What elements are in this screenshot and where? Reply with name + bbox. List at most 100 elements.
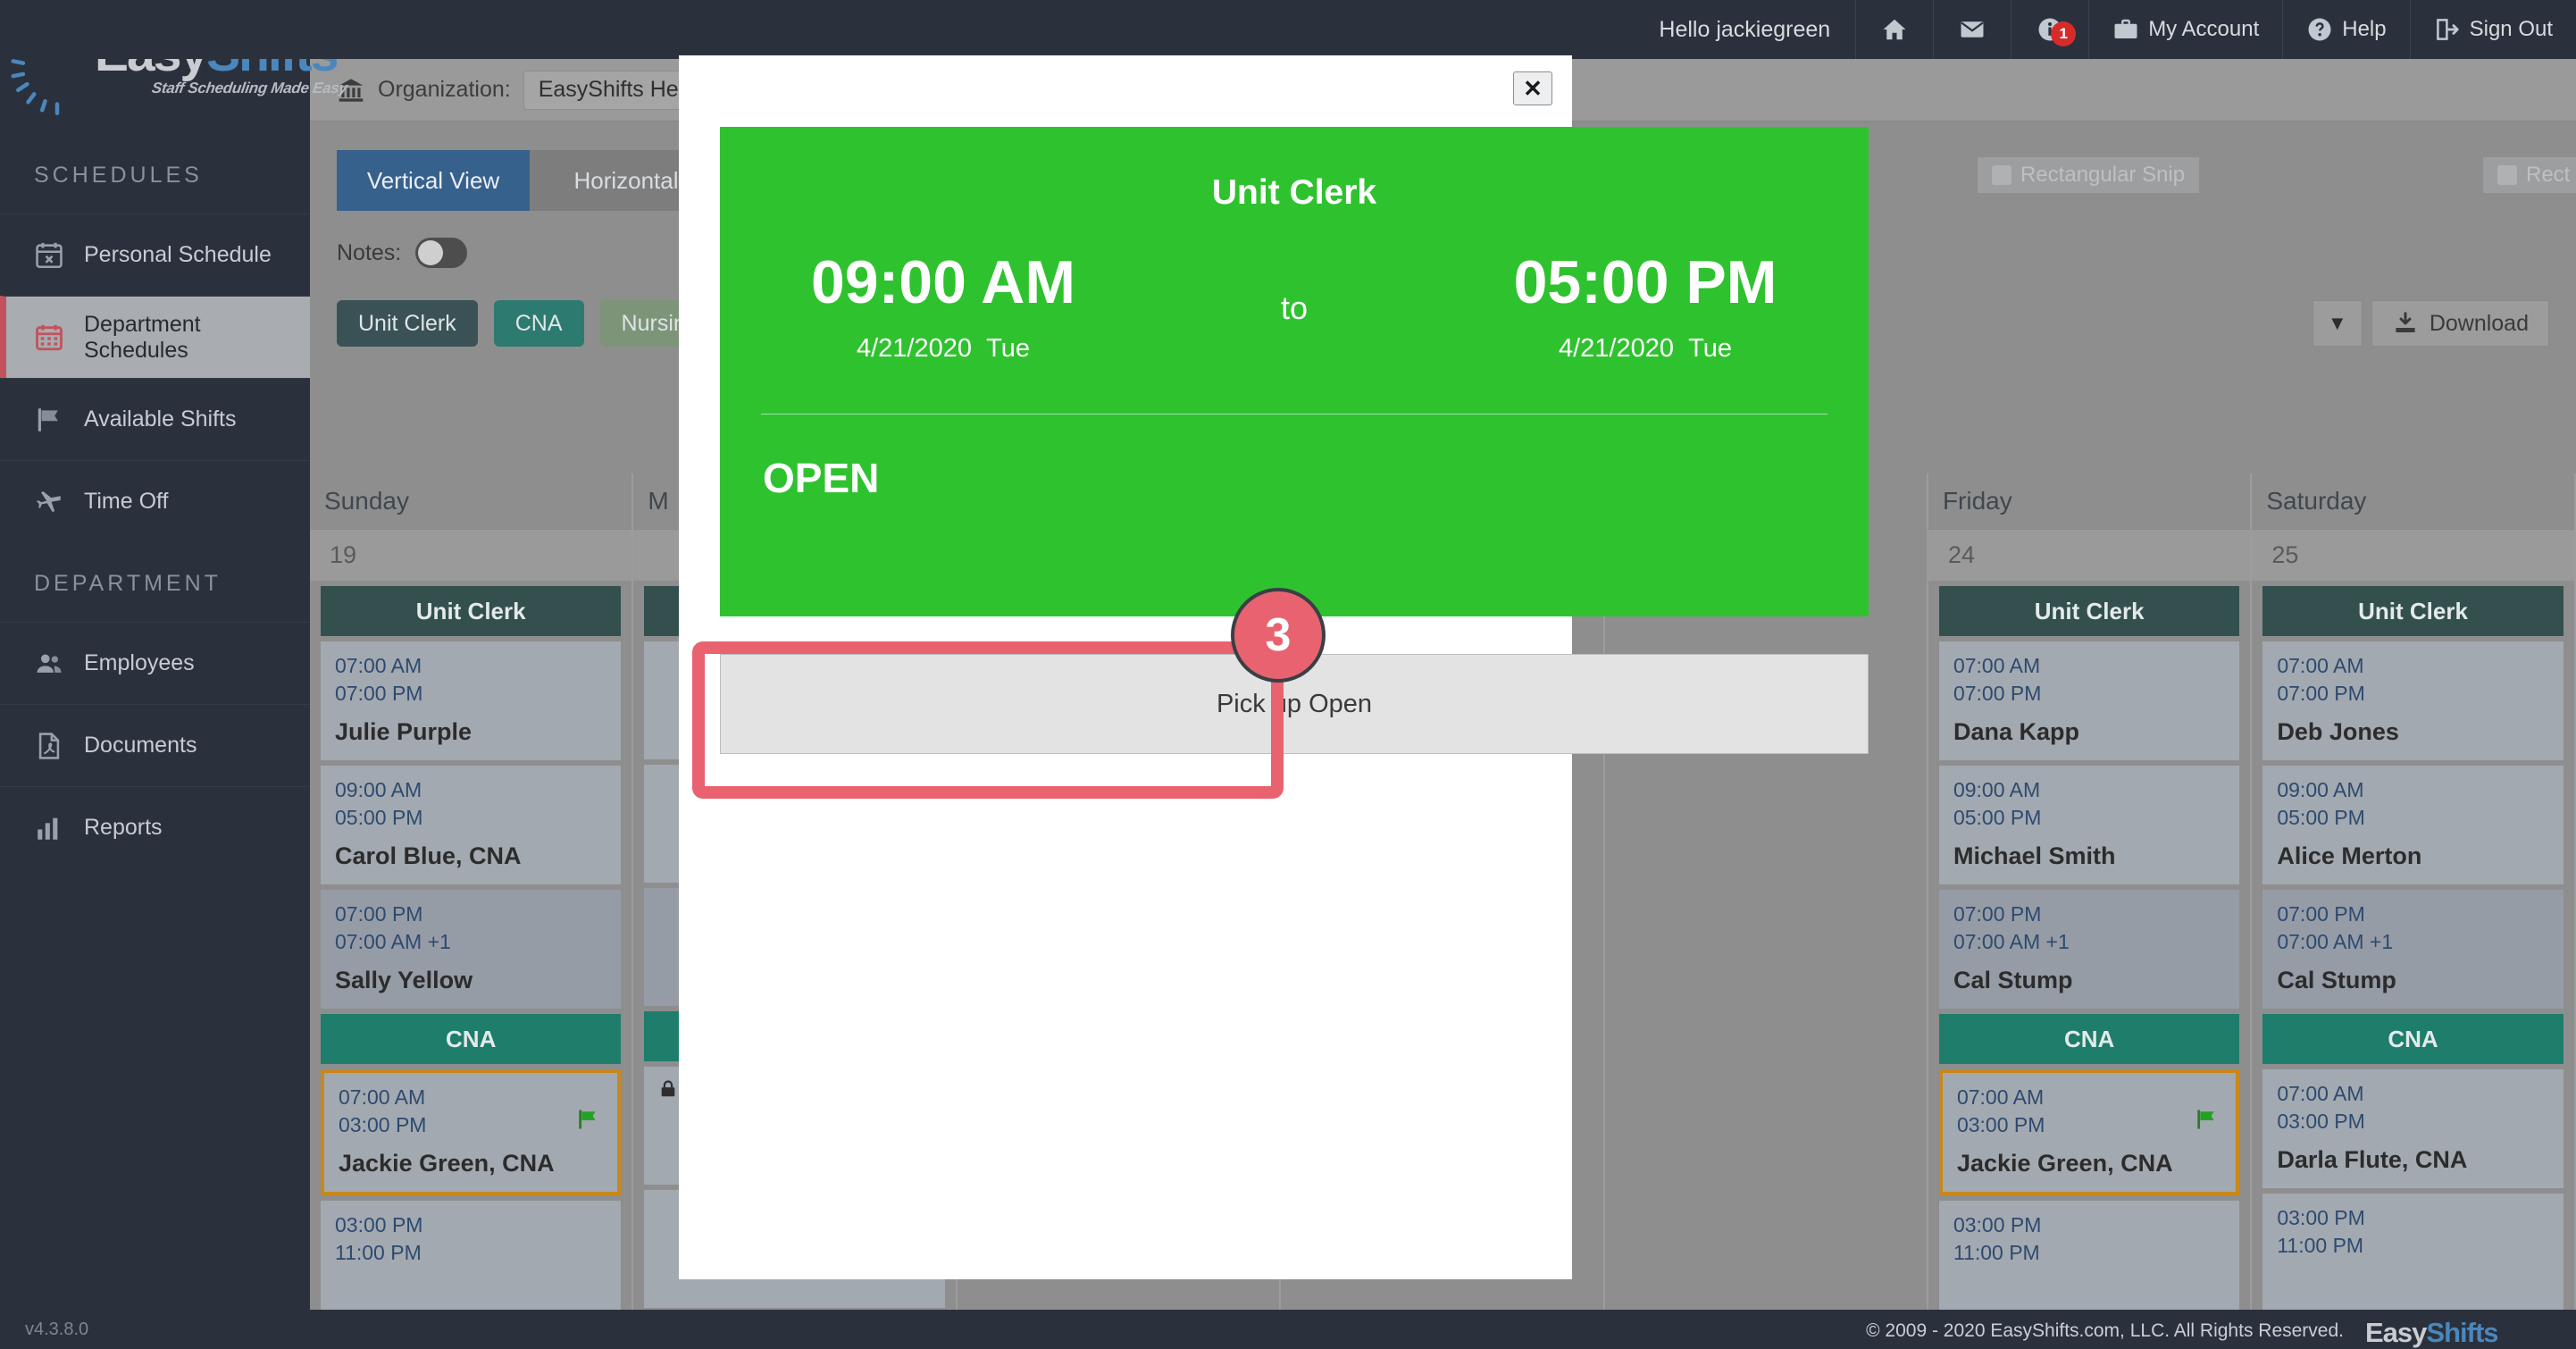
start-day-value: Tue [986,334,1031,363]
role-header-cna: CNA [1938,1014,2240,1065]
shift-start: 07:00 AM [1956,1085,2045,1110]
end-date-value: 4/21/2020 [1558,334,1674,363]
shift-cell-highlighted[interactable]: 07:00 AM 03:00 PM Jackie Green, CNA [321,1069,622,1196]
sidebar-item-label: Department Schedules [84,311,201,363]
start-date-value: 4/21/2020 [856,334,972,363]
chevron-down-icon[interactable]: ▼ [2312,300,2363,347]
role-header-unit-clerk: Unit Clerk [321,586,622,636]
role-header-unit-clerk: Unit Clerk [1938,586,2240,636]
shift-times: 09:00 AM 4/21/2020 Tue to 05:00 PM 4/21/… [720,213,1869,364]
shift-role-title: Unit Clerk [1211,173,1377,212]
sidebar-item-label: Time Off [84,489,169,514]
shift-end: 11:00 PM [2277,1234,2364,1258]
home-button[interactable] [1855,0,1933,59]
shift-start: 07:00 AM [1953,654,2041,677]
day-number: 25 [2252,529,2574,581]
shift-detail-modal: ✕ Unit Clerk 09:00 AM 4/21/2020 Tue to 0… [679,55,1869,1279]
shift-cell[interactable]: 09:00 AM 05:00 PM Michael Smith [1938,766,2240,885]
organization-label: Organization: [378,77,511,102]
sidebar-item-employees[interactable]: Employees [0,622,310,704]
shift-employee: Alice Merton [2277,842,2422,870]
shift-cell[interactable]: 07:00 PM 07:00 AM +1 Cal Stump [2262,890,2563,1010]
shift-employee: Darla Flute, CNA [2277,1146,2468,1174]
sidebar-item-department-schedules[interactable]: Department Schedules [0,296,310,378]
messages-button[interactable] [1933,0,2011,59]
shift-cell[interactable]: 07:00 AM 03:00 PM Darla Flute, CNA [2262,1069,2563,1189]
shift-start: 09:00 AM [2277,778,2364,802]
shift-start: 03:00 PM [2277,1206,2365,1230]
footer-logo-primary: Easy [2365,1317,2427,1348]
my-account-button[interactable]: My Account [2088,0,2282,59]
sidebar-item-label: Personal Schedule [84,242,272,267]
shift-start: 09:00 AM [335,778,422,802]
green-flag-icon [579,1110,596,1129]
sidebar-item-reports[interactable]: Reports [0,786,310,868]
annotation-step-marker: 3 [1231,588,1326,683]
sidebar-item-available-shifts[interactable]: Available Shifts [0,378,310,460]
shift-end: 05:00 PM [1953,806,2042,830]
shift-end: 03:00 PM [1956,1113,2045,1137]
shift-cell[interactable]: 07:00 AM 07:00 PM Dana Kapp [1938,641,2240,761]
close-icon[interactable]: ✕ [1513,71,1552,105]
version-label: v4.3.8.0 [25,1320,89,1339]
shift-start: 07:00 AM [2277,1082,2364,1106]
shift-cell[interactable]: 07:00 PM 07:00 AM +1 Cal Stump [1938,890,2240,1010]
calendar-icon [36,324,63,350]
shift-start: 03:00 PM [335,1213,423,1237]
shift-cell[interactable]: 03:00 PM 11:00 PM [1938,1201,2240,1320]
sign-out-label: Sign Out [2469,17,2553,41]
shift-end: 07:00 PM [1953,682,2042,706]
download-label: Download [2429,310,2529,336]
question-icon [2308,18,2331,41]
help-button[interactable]: Help [2282,0,2409,59]
shift-employee: Michael Smith [1953,842,2116,870]
shift-start-block: 09:00 AM 4/21/2020 Tue [765,252,1122,364]
notifications-button[interactable]: 1 [2011,0,2088,59]
footer-logo: EasyShifts [2365,1297,2553,1349]
shift-start: 07:00 AM [339,1085,426,1110]
shift-cell[interactable]: 09:00 AM 05:00 PM Carol Blue, CNA [321,766,622,885]
notes-toggle[interactable] [415,238,468,268]
help-label: Help [2342,17,2387,41]
tab-vertical-view[interactable]: Vertical View [337,150,530,211]
shift-end: 11:00 PM [1953,1241,2040,1265]
sign-out-button[interactable]: Sign Out [2409,0,2576,59]
sidebar-item-personal-schedule[interactable]: Personal Schedule [0,214,310,296]
day-column-saturday: Saturday 25 Unit Clerk 07:00 AM 07:00 PM… [2252,473,2576,1313]
shift-cell[interactable]: 03:00 PM 11:00 PM [2262,1194,2563,1312]
shift-cell[interactable]: 07:00 AM 07:00 PM Julie Purple [321,641,622,761]
sidebar-item-documents[interactable]: Documents [0,704,310,786]
mail-icon [1961,21,1984,38]
role-chip-unit-clerk[interactable]: Unit Clerk [337,300,478,347]
shift-employee: Deb Jones [2277,718,2399,746]
shift-end: 07:00 AM +1 [1953,930,2070,954]
download-button[interactable]: Download [2371,300,2549,347]
nav-section-schedules: SCHEDULES [34,163,203,188]
snip-label: Rect [2526,163,2571,187]
day-name: Friday [1928,473,2251,529]
shift-summary-card: Unit Clerk 09:00 AM 4/21/2020 Tue to 05:… [720,127,1869,616]
pdf-icon [38,732,60,759]
shift-end: 05:00 PM [335,806,423,830]
my-account-label: My Account [2148,17,2260,41]
shift-end: 07:00 AM +1 [2277,930,2394,954]
shift-cell[interactable]: 07:00 AM 07:00 PM Deb Jones [2262,641,2563,761]
snip-icon [2497,165,2517,185]
shift-cell[interactable]: 03:00 PM 11:00 PM [321,1201,622,1320]
calendar-x-icon [36,242,63,268]
sidebar-item-time-off[interactable]: Time Off [0,460,310,542]
shift-start: 07:00 AM [2277,654,2364,677]
role-header-unit-clerk: Unit Clerk [2262,586,2563,636]
app-root: EasyShifts Staff Scheduling Made Easy SC… [0,0,2576,1349]
shift-employee: Jackie Green, CNA [1956,1150,2173,1177]
status-badge: OPEN [763,455,880,501]
shift-employee: Sally Yellow [335,967,473,994]
shift-cell[interactable]: 07:00 PM 07:00 AM +1 Sally Yellow [321,890,622,1010]
role-chip-cna[interactable]: CNA [493,300,584,347]
snip-overlay-rectangular-clipped: Rect [2483,157,2576,193]
shift-cell[interactable]: 09:00 AM 05:00 PM Alice Merton [2262,766,2563,885]
snip-overlay-rectangular: Rectangular Snip [1978,157,2200,193]
shift-cell-highlighted[interactable]: 07:00 AM 03:00 PM Jackie Green, CNA [1938,1069,2240,1196]
shift-end: 03:00 PM [2277,1110,2365,1134]
shift-end-block: 05:00 PM 4/21/2020 Tue [1467,252,1824,364]
